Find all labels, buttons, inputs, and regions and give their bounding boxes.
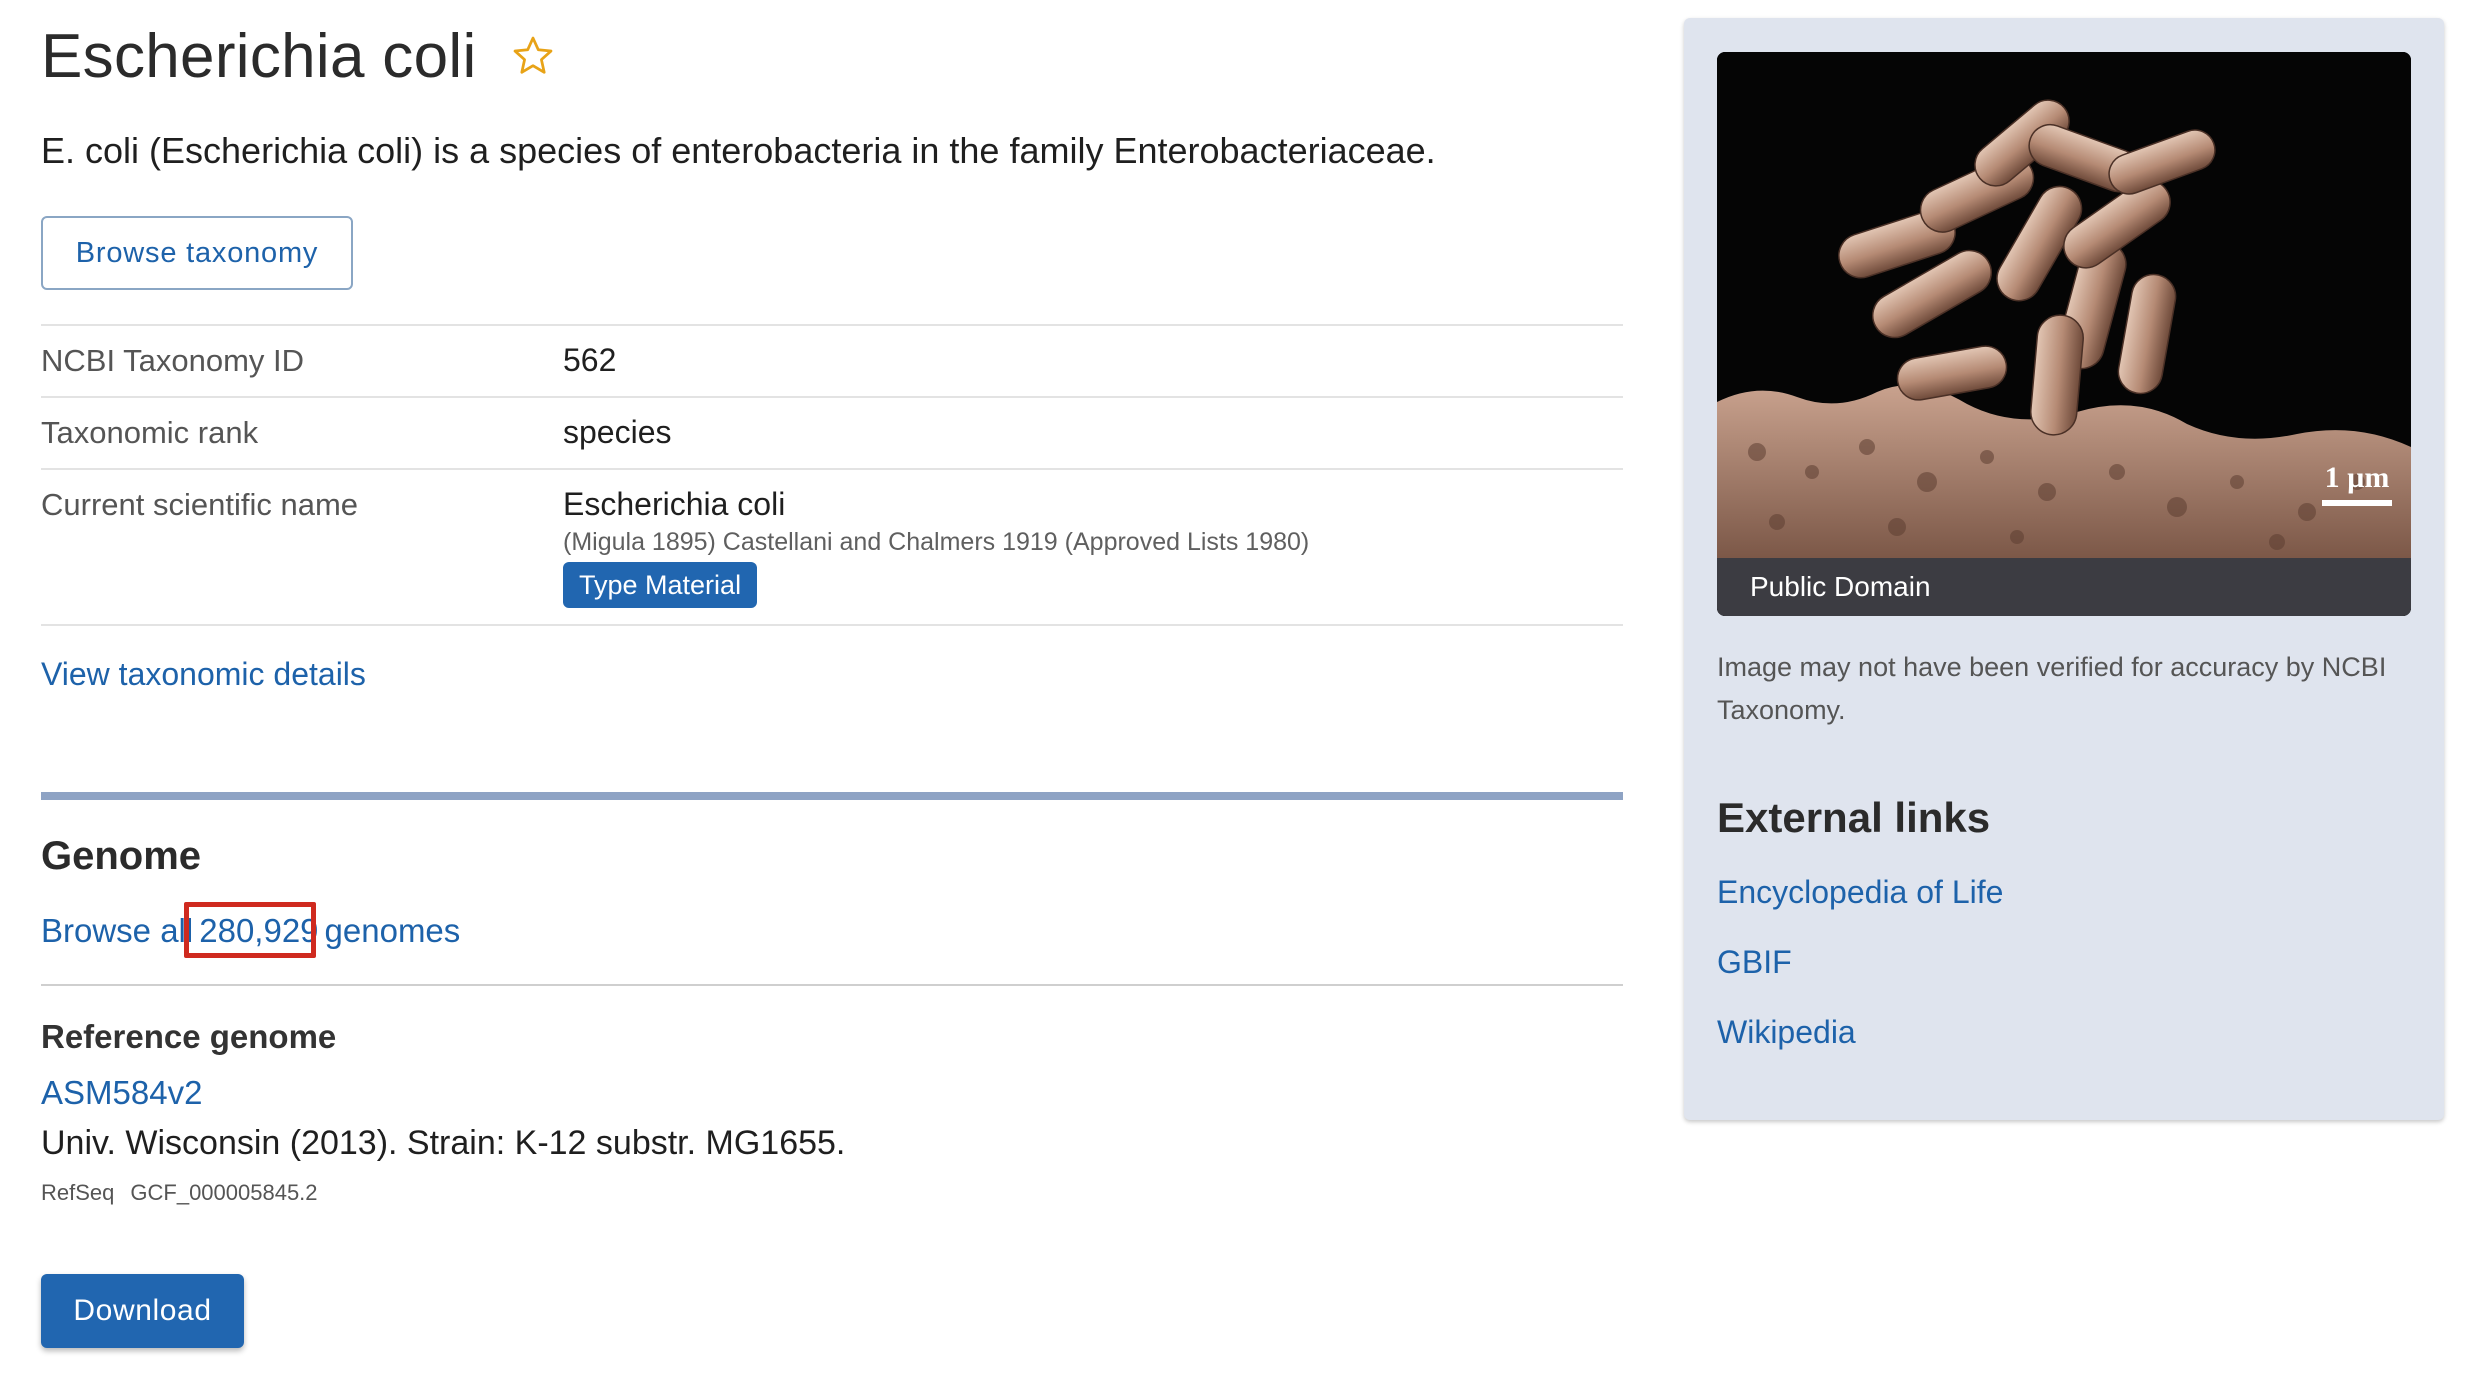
type-material-badge[interactable]: Type Material bbox=[563, 562, 758, 608]
assembly-description: Univ. Wisconsin (2013). Strain: K-12 sub… bbox=[41, 1124, 846, 1162]
gbif-link[interactable]: GBIF bbox=[1717, 944, 1792, 980]
genome-heading: Genome bbox=[41, 834, 202, 878]
star-icon[interactable] bbox=[511, 34, 555, 78]
micrograph-illustration: 1 µm bbox=[1717, 52, 2411, 616]
image-caption: Public Domain bbox=[1717, 558, 2411, 616]
scientific-name-authority: (Migula 1895) Castellani and Chalmers 19… bbox=[563, 528, 1310, 556]
species-image[interactable]: 1 µm Public Domain bbox=[1717, 52, 2411, 616]
taxonomy-id-value: 562 bbox=[563, 342, 617, 378]
wikipedia-link[interactable]: Wikipedia bbox=[1717, 1014, 1856, 1050]
eol-link[interactable]: Encyclopedia of Life bbox=[1717, 874, 2003, 910]
external-links-list: Encyclopedia of Life GBIF Wikipedia bbox=[1717, 874, 2003, 1084]
view-taxonomic-details-link[interactable]: View taxonomic details bbox=[41, 656, 366, 693]
side-panel: 1 µm Public Domain Image may not have be… bbox=[1684, 18, 2444, 1120]
scientific-name-label: Current scientific name bbox=[41, 487, 359, 522]
species-description: E. coli (Escherichia coli) is a species … bbox=[41, 130, 1436, 171]
taxonomy-info-table: NCBI Taxonomy ID 562 Taxonomic rank spec… bbox=[41, 324, 1623, 626]
taxonomic-rank-row: Taxonomic rank species bbox=[41, 396, 1623, 468]
taxonomy-id-row: NCBI Taxonomy ID 562 bbox=[41, 324, 1623, 396]
assembly-name-link[interactable]: ASM584v2 bbox=[41, 1074, 202, 1112]
accession-line: RefSeq GCF_000005845.2 bbox=[41, 1180, 318, 1206]
section-divider-bar bbox=[41, 792, 1623, 800]
scientific-name-row: Current scientific name Escherichia coli… bbox=[41, 468, 1623, 626]
reference-genome-heading: Reference genome bbox=[41, 1018, 337, 1055]
accession-value: GCF_000005845.2 bbox=[130, 1180, 318, 1205]
download-button[interactable]: Download bbox=[41, 1274, 244, 1348]
accession-db: RefSeq bbox=[41, 1180, 115, 1205]
scale-label: 1 µm bbox=[2325, 461, 2390, 494]
scientific-name-value: Escherichia coli bbox=[563, 486, 786, 522]
browse-genomes-suffix[interactable]: genomes bbox=[325, 912, 461, 949]
image-disclaimer: Image may not have been verified for acc… bbox=[1717, 652, 2387, 725]
taxonomy-page: Escherichia coli E. coli (Escherichia co… bbox=[0, 0, 2466, 1376]
title-row: Escherichia coli bbox=[41, 14, 555, 98]
taxonomic-rank-value: species bbox=[563, 414, 672, 450]
genome-divider bbox=[41, 984, 1623, 986]
browse-genomes-prefix[interactable]: Browse all bbox=[41, 912, 193, 949]
external-links-heading: External links bbox=[1717, 794, 1991, 841]
browse-taxonomy-button[interactable]: Browse taxonomy bbox=[41, 216, 353, 290]
page-title: Escherichia coli bbox=[41, 21, 477, 91]
taxonomic-rank-label: Taxonomic rank bbox=[41, 415, 259, 450]
browse-genomes-line: Browse all 280,929 genomes bbox=[41, 912, 460, 950]
taxonomy-id-label: NCBI Taxonomy ID bbox=[41, 343, 305, 378]
external-link-item: Wikipedia bbox=[1717, 1014, 2003, 1084]
scale-bar bbox=[2322, 500, 2392, 506]
external-link-item: Encyclopedia of Life bbox=[1717, 874, 2003, 944]
genome-count-link[interactable]: 280,929 bbox=[193, 912, 324, 950]
external-link-item: GBIF bbox=[1717, 944, 2003, 1014]
